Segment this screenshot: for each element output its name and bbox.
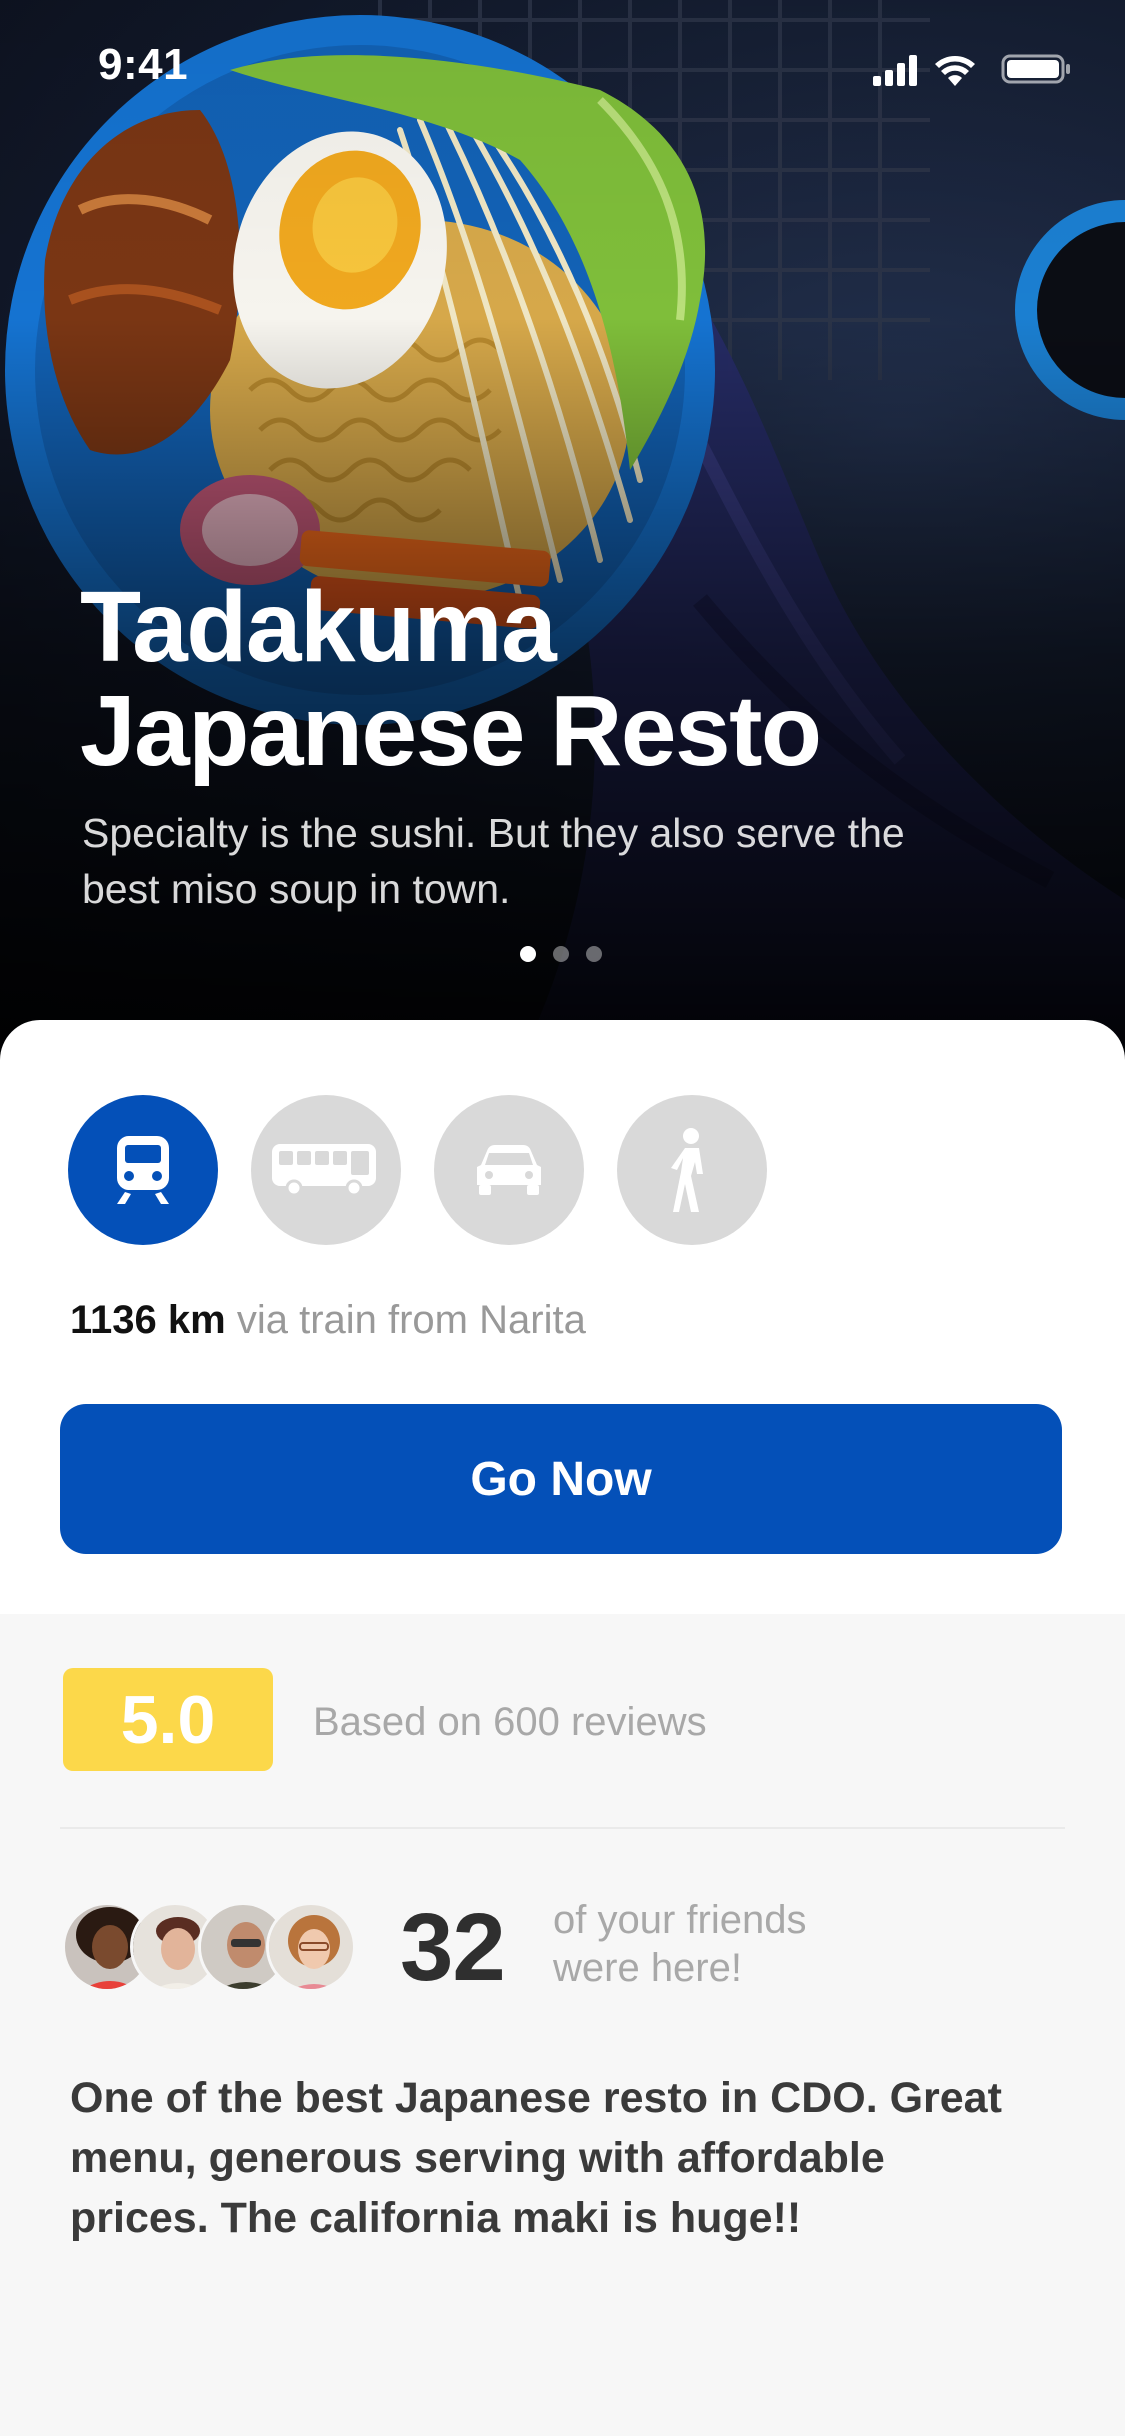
distance-value: 1136 km <box>70 1298 226 1342</box>
restaurant-subtitle: Specialty is the sushi. But they also se… <box>82 810 905 912</box>
friends-text: of your friends were here! <box>553 1898 807 1990</box>
page-dot-3[interactable] <box>586 946 602 962</box>
directions-card: 1136 km via train from Narita Go Now <box>0 1020 1125 1614</box>
signal-icon <box>873 55 917 86</box>
transport-bus-button[interactable] <box>251 1095 401 1245</box>
page-dot-1[interactable] <box>520 946 536 962</box>
car-icon <box>477 1145 541 1195</box>
go-now-button[interactable]: Go Now <box>60 1404 1062 1554</box>
title-line-1: Tadakuma <box>80 571 557 683</box>
walk-icon <box>671 1128 703 1212</box>
page-indicator[interactable] <box>520 946 602 962</box>
train-icon <box>117 1136 169 1204</box>
title-line-2: Japanese Resto <box>80 675 822 787</box>
battery-icon <box>1001 54 1070 84</box>
page-dot-2[interactable] <box>553 946 569 962</box>
rating-badge: 5.0 <box>63 1668 273 1771</box>
status-time: 9:41 <box>98 40 189 89</box>
transport-walk-button[interactable] <box>617 1095 767 1245</box>
section-divider <box>60 1827 1065 1829</box>
transport-car-button[interactable] <box>434 1095 584 1245</box>
distance-info: 1136 km via train from Narita <box>70 1298 586 1343</box>
status-icons <box>873 54 1070 86</box>
avatar[interactable] <box>266 1902 356 1992</box>
wifi-icon <box>935 56 975 86</box>
review-text: One of the best Japanese resto in CDO. G… <box>70 2074 1002 2242</box>
friends-count: 32 <box>400 1894 506 2001</box>
status-bar: 9:41 <box>0 0 1125 135</box>
hero-section[interactable]: 9:41 Tadakuma Japanese Resto Specialty i… <box>0 0 1125 1060</box>
rating-text: Based on 600 reviews <box>313 1700 707 1744</box>
friend-4-avatar-image <box>269 1905 353 1989</box>
transport-options <box>68 1095 767 1245</box>
transport-train-button[interactable] <box>68 1095 218 1245</box>
bus-icon <box>272 1144 376 1196</box>
restaurant-title: Tadakuma Japanese Resto <box>80 575 1080 783</box>
friend-avatars[interactable] <box>62 1902 362 1992</box>
distance-detail: via train from Narita <box>236 1298 586 1342</box>
